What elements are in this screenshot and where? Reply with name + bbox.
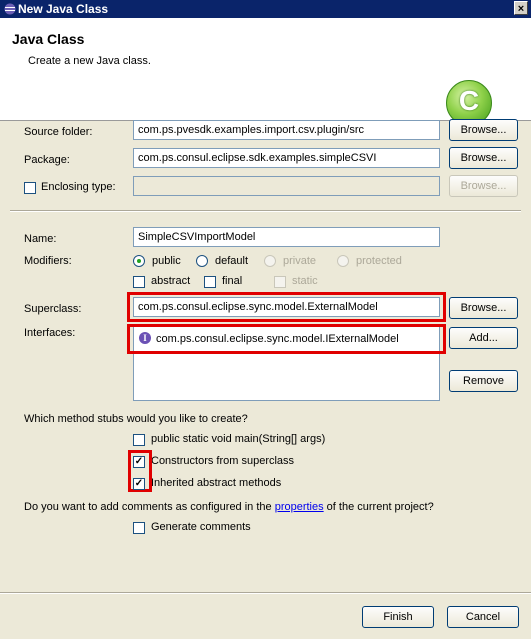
separator — [10, 210, 521, 212]
name-input[interactable]: SimpleCSVImportModel — [133, 227, 440, 247]
enclosing-type-label: Enclosing type: — [41, 181, 116, 193]
superclass-browse-button[interactable]: Browse... — [449, 297, 518, 319]
default-label: default — [215, 255, 249, 267]
package-browse-button[interactable]: Browse... — [449, 147, 518, 169]
method-stubs-question: Which method stubs would you like to cre… — [24, 413, 248, 425]
private-radio[interactable] — [264, 255, 276, 267]
new-java-class-dialog: New Java Class × Java Class Create a new… — [0, 0, 531, 639]
protected-radio[interactable] — [337, 255, 349, 267]
comments-question: Do you want to add comments as configure… — [24, 501, 434, 513]
main-method-label: public static void main(String[] args) — [151, 433, 326, 445]
source-folder-input[interactable]: com.ps.pvesdk.examples.import.csv.plugin… — [133, 120, 440, 140]
comments-question-suffix: of the current project? — [323, 501, 434, 513]
add-interface-button[interactable]: Add... — [449, 327, 518, 349]
package-input[interactable]: com.ps.consul.eclipse.sdk.examples.simpl… — [133, 148, 440, 168]
source-folder-browse-button[interactable]: Browse... — [449, 119, 518, 141]
static-checkbox[interactable] — [274, 276, 286, 288]
superclass-label: Superclass: — [24, 303, 82, 315]
eclipse-icon — [4, 3, 16, 15]
interfaces-label: Interfaces: — [24, 327, 76, 339]
package-label: Package: — [24, 154, 70, 166]
page-description: Create a new Java class. — [28, 55, 151, 67]
interfaces-highlight — [127, 324, 446, 354]
static-label: static — [292, 275, 318, 287]
enclosing-type-checkbox[interactable] — [24, 182, 36, 194]
generate-comments-label: Generate comments — [151, 521, 251, 533]
properties-link[interactable]: properties — [275, 501, 324, 513]
private-label: private — [283, 255, 317, 267]
title-bar: New Java Class × — [0, 0, 531, 18]
enclosing-type-browse-button[interactable]: Browse... — [449, 175, 518, 197]
final-checkbox[interactable] — [204, 276, 216, 288]
page-title: Java Class — [12, 31, 85, 47]
generate-comments-checkbox[interactable] — [133, 522, 145, 534]
constructors-label: Constructors from superclass — [151, 455, 295, 467]
superclass-highlight — [127, 292, 446, 322]
abstract-label: abstract — [151, 275, 191, 287]
source-folder-label: Source folder: — [24, 126, 93, 138]
window-title: New Java Class — [18, 2, 109, 16]
cancel-button[interactable]: Cancel — [447, 606, 519, 628]
inherited-methods-label: Inherited abstract methods — [151, 477, 282, 489]
default-radio[interactable] — [196, 255, 208, 267]
abstract-checkbox[interactable] — [133, 276, 145, 288]
wizard-header: Java Class Create a new Java class. C — [0, 18, 531, 126]
enclosing-type-input[interactable] — [133, 176, 440, 196]
final-label: final — [222, 275, 243, 287]
public-radio[interactable] — [133, 255, 145, 267]
footer-separator — [0, 592, 531, 594]
modifiers-label: Modifiers: — [24, 255, 72, 267]
logo-letter: C — [458, 85, 480, 116]
inherited-methods-checkbox[interactable]: ✓ — [133, 478, 145, 490]
close-button[interactable]: × — [514, 1, 528, 15]
comments-question-text: Do you want to add comments as configure… — [24, 501, 275, 513]
main-method-checkbox[interactable] — [133, 434, 145, 446]
remove-interface-button[interactable]: Remove — [449, 370, 518, 392]
protected-label: protected — [356, 255, 402, 267]
public-label: public — [152, 255, 181, 267]
name-label: Name: — [24, 233, 57, 245]
finish-button[interactable]: Finish — [362, 606, 434, 628]
